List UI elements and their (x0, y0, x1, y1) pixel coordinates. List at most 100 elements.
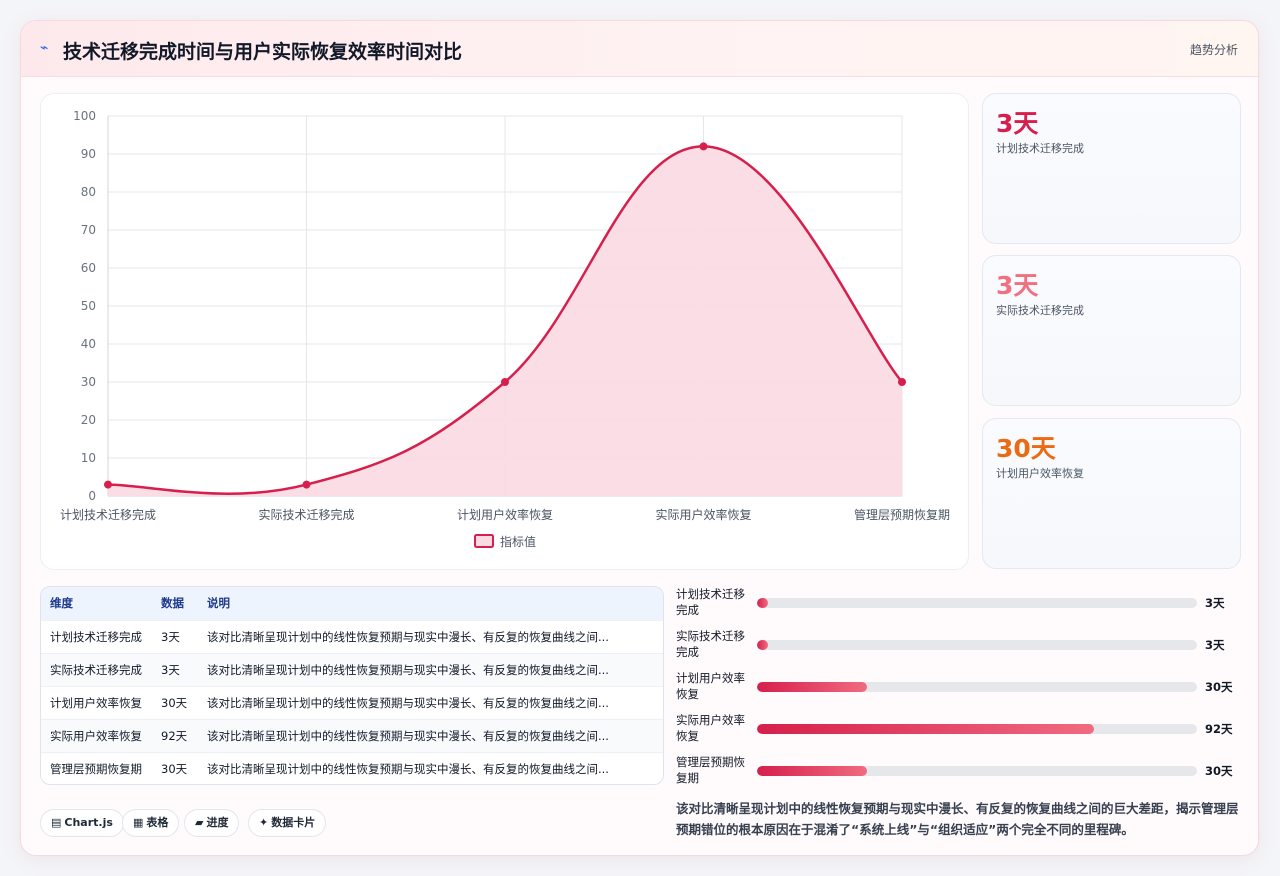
progress-track (757, 682, 1197, 692)
trend-analysis-label: 趋势分析 (1189, 43, 1238, 57)
cell-value: 92天 (161, 728, 188, 743)
stat-value: 30天 (996, 434, 1056, 463)
stat-value: 3天 (996, 109, 1039, 138)
table-row: 计划技术迁移完成 3天 该对比清晰呈现计划中的线性恢复预期与现实中漫长、有反复的… (41, 620, 663, 653)
progress-fill (757, 682, 867, 692)
cell-description: 该对比清晰呈现计划中的线性恢复预期与现实中漫长、有反复的恢复曲线之间... (207, 695, 609, 710)
page-title: 技术迁移完成时间与用户实际恢复效率时间对比 (63, 41, 463, 63)
progress-label: 实际用户效率恢复 (676, 713, 745, 743)
data-point (898, 378, 906, 386)
cell-description: 该对比清晰呈现计划中的线性恢复预期与现实中漫长、有反复的恢复曲线之间... (207, 629, 609, 644)
table-row: 管理层预期恢复期 30天 该对比清晰呈现计划中的线性恢复预期与现实中漫长、有反复… (41, 752, 663, 784)
y-tick-label: 0 (88, 489, 96, 503)
cell-value: 3天 (161, 662, 180, 677)
y-tick-label: 90 (81, 147, 96, 161)
chip-progress[interactable]: ▰ 进度 (184, 809, 240, 837)
x-tick-label: 管理层预期恢复期 (854, 507, 950, 522)
stat-value: 3天 (996, 271, 1039, 300)
data-point (302, 480, 311, 489)
dashboard-card: ⌁ 技术迁移完成时间与用户实际恢复效率时间对比 趋势分析 0 10 20 30 40 50… (20, 20, 1259, 856)
stat-label: 计划技术迁移完成 (996, 142, 1084, 155)
sparkle-icon: ✦ (259, 816, 269, 829)
chip-table[interactable]: ▦ 表格 (122, 809, 180, 837)
progress-row: 计划技术迁移完成 3天 (676, 586, 1246, 620)
cell-dimension: 计划技术迁移完成 (50, 629, 142, 644)
y-tick-label: 30 (81, 375, 96, 389)
y-tick-label: 20 (81, 413, 96, 427)
x-tick-label: 计划技术迁移完成 (60, 507, 156, 522)
y-tick-label: 100 (73, 109, 96, 123)
progress-label: 计划技术迁移完成 (676, 587, 745, 617)
cell-dimension: 实际用户效率恢复 (50, 728, 142, 743)
table-row: 计划用户效率恢复 30天 该对比清晰呈现计划中的线性恢复预期与现实中漫长、有反复… (41, 686, 663, 719)
cell-dimension: 实际技术迁移完成 (50, 662, 142, 677)
progress-row: 实际用户效率恢复 92天 (676, 712, 1246, 746)
y-tick-label: 80 (81, 185, 96, 199)
progress-row: 实际技术迁移完成 3天 (676, 628, 1246, 662)
progress-label: 管理层预期恢复期 (676, 755, 745, 785)
cell-value: 3天 (161, 629, 180, 644)
cell-description: 该对比清晰呈现计划中的线性恢复预期与现实中漫长、有反复的恢复曲线之间... (207, 662, 609, 677)
y-tick-label: 50 (81, 299, 96, 313)
header-bar: ⌁ 技术迁移完成时间与用户实际恢复效率时间对比 趋势分析 (21, 21, 1258, 77)
progress-fill (757, 598, 768, 608)
cell-description: 该对比清晰呈现计划中的线性恢复预期与现实中漫长、有反复的恢复曲线之间... (207, 761, 609, 776)
y-tick-label: 40 (81, 337, 96, 351)
progress-value: 30天 (1205, 764, 1233, 778)
chip-label: 表格 (146, 816, 169, 829)
data-table: 维度 数据 说明 计划技术迁移完成 3天 该对比清晰呈现计划中的线性恢复预期与现… (40, 586, 664, 785)
chip-label: 进度 (206, 816, 229, 829)
x-tick-label: 计划用户效率恢复 (457, 507, 553, 522)
cell-value: 30天 (161, 761, 188, 776)
chip-data-cards[interactable]: ✦ 数据卡片 (248, 809, 327, 837)
y-tick-label: 70 (81, 223, 96, 237)
summary-text: 该对比清晰呈现计划中的线性恢复预期与现实中漫长、有反复的恢复曲线之间的巨大差距，… (676, 801, 1239, 837)
data-point (699, 142, 708, 151)
chip-label: 数据卡片 (271, 816, 316, 829)
chip-chartjs[interactable]: ▤ Chart.js (40, 809, 124, 837)
area-chart: 0 10 20 30 40 50 60 70 80 90 100 计划技术迁移完成 实际技术迁移完成 计划… (60, 109, 950, 549)
progress-track (757, 598, 1197, 608)
progress-fill (757, 766, 867, 776)
chart-icon: ▤ (51, 816, 62, 829)
stat-card: 30天 计划用户效率恢复 (982, 418, 1241, 569)
cell-dimension: 计划用户效率恢复 (50, 695, 142, 710)
table-header-row: 维度 数据 说明 (41, 587, 663, 620)
legend-swatch (474, 534, 494, 548)
y-tick-label: 60 (81, 261, 96, 275)
y-tick-label: 10 (81, 451, 96, 465)
stat-label: 计划用户效率恢复 (996, 467, 1084, 480)
table-row: 实际技术迁移完成 3天 该对比清晰呈现计划中的线性恢复预期与现实中漫长、有反复的… (41, 653, 663, 686)
chart-panel: 0 10 20 30 40 50 60 70 80 90 100 计划技术迁移完成 实际技术迁移完成 计划… (40, 93, 969, 570)
progress-label: 实际技术迁移完成 (676, 629, 745, 659)
progress-fill (757, 724, 1095, 734)
stat-label: 实际技术迁移完成 (996, 304, 1084, 317)
activity-icon: ⌁ (40, 40, 49, 56)
progress-track (757, 766, 1197, 776)
data-point (501, 378, 509, 386)
x-tick-label: 实际用户效率恢复 (655, 507, 751, 522)
data-point (104, 480, 112, 489)
column-header-data: 数据 (161, 596, 184, 611)
column-header-dimension: 维度 (50, 596, 73, 611)
progress-row: 管理层预期恢复期 30天 (676, 754, 1246, 788)
progress-icon: ▰ (195, 816, 204, 829)
cell-description: 该对比清晰呈现计划中的线性恢复预期与现实中漫长、有反复的恢复曲线之间... (207, 728, 609, 743)
progress-value: 3天 (1205, 596, 1225, 610)
stat-card: 3天 计划技术迁移完成 (982, 93, 1241, 244)
progress-value: 92天 (1205, 722, 1233, 736)
column-header-description: 说明 (207, 596, 230, 611)
stat-card: 3天 实际技术迁移完成 (982, 255, 1241, 406)
x-tick-label: 实际技术迁移完成 (258, 507, 354, 522)
progress-value: 3天 (1205, 638, 1225, 652)
progress-track (757, 640, 1197, 650)
progress-value: 30天 (1205, 680, 1233, 694)
legend-label: 指标值 (500, 534, 536, 549)
progress-track (757, 724, 1197, 734)
progress-label: 计划用户效率恢复 (676, 671, 745, 701)
chip-label: Chart.js (64, 816, 113, 829)
table-row: 实际用户效率恢复 92天 该对比清晰呈现计划中的线性恢复预期与现实中漫长、有反复… (41, 719, 663, 752)
cell-value: 30天 (161, 695, 188, 710)
progress-fill (757, 640, 768, 650)
cell-dimension: 管理层预期恢复期 (50, 761, 142, 776)
